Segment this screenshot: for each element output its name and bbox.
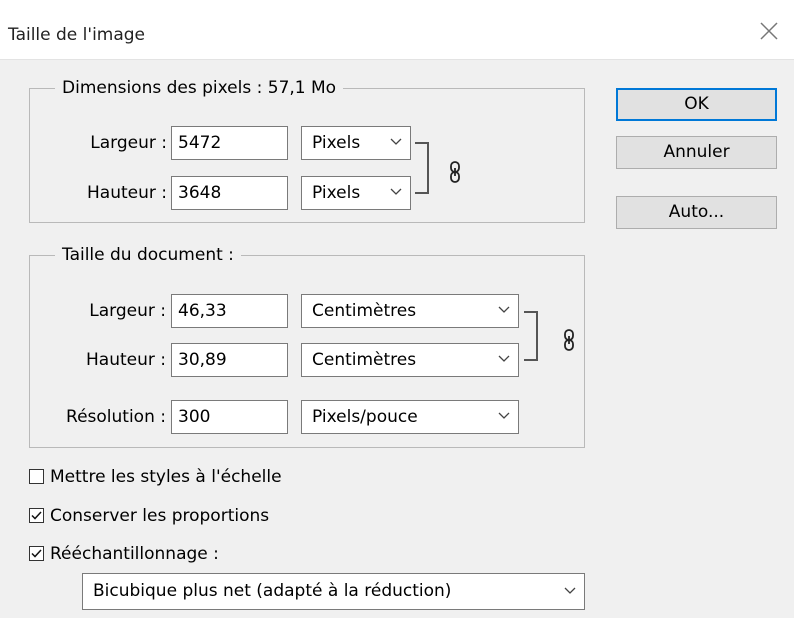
pixel-dimensions-group: Dimensions des pixels : 57,1 Mo Largeur … bbox=[29, 78, 585, 223]
resample-checkbox[interactable] bbox=[29, 546, 44, 561]
resolution-input[interactable] bbox=[171, 400, 288, 434]
constrain-proportions-option[interactable]: Conserver les proportions bbox=[29, 505, 329, 529]
pixel-constrain-bracket bbox=[415, 142, 429, 194]
pixel-height-unit-value: Pixels bbox=[312, 183, 361, 203]
document-size-group: Taille du document : Largeur : Centimètr… bbox=[29, 245, 585, 448]
doc-width-unit-value: Centimètres bbox=[312, 301, 417, 321]
doc-height-unit-value: Centimètres bbox=[312, 350, 417, 370]
checkmark-icon bbox=[31, 549, 42, 558]
pixel-height-input[interactable] bbox=[171, 176, 288, 210]
cancel-button[interactable]: Annuler bbox=[616, 136, 777, 169]
chevron-down-icon bbox=[390, 138, 402, 145]
pixel-width-label: Largeur : bbox=[90, 133, 167, 153]
resolution-label: Résolution : bbox=[66, 407, 166, 427]
pixel-width-unit-select[interactable]: Pixels bbox=[301, 126, 411, 160]
constrain-proportions-label: Conserver les proportions bbox=[50, 506, 270, 526]
doc-height-label: Hauteur : bbox=[86, 350, 166, 370]
pixel-height-unit-select[interactable]: Pixels bbox=[301, 176, 411, 210]
scale-styles-label: Mettre les styles à l'échelle bbox=[50, 467, 282, 487]
chevron-down-icon bbox=[390, 188, 402, 195]
checkmark-icon bbox=[31, 511, 42, 520]
resolution-unit-value: Pixels/pouce bbox=[312, 407, 418, 427]
chain-link-icon bbox=[564, 329, 574, 351]
resample-option[interactable]: Rééchantillonnage : bbox=[29, 543, 329, 567]
chevron-down-icon bbox=[498, 412, 510, 419]
pixel-width-input[interactable] bbox=[171, 126, 288, 160]
pixel-dimensions-legend: Dimensions des pixels : 57,1 Mo bbox=[55, 78, 344, 98]
constrain-proportions-checkbox[interactable] bbox=[29, 508, 44, 523]
pixel-height-label: Hauteur : bbox=[87, 183, 167, 203]
doc-width-unit-select[interactable]: Centimètres bbox=[301, 294, 519, 328]
pixel-width-unit-value: Pixels bbox=[312, 133, 361, 153]
title-bar: Taille de l'image bbox=[0, 0, 794, 60]
window-title: Taille de l'image bbox=[8, 25, 146, 45]
close-icon[interactable] bbox=[758, 20, 780, 42]
resample-method-select[interactable]: Bicubique plus net (adapté à la réductio… bbox=[82, 573, 585, 610]
document-size-legend: Taille du document : bbox=[55, 245, 241, 265]
auto-button[interactable]: Auto... bbox=[616, 196, 777, 229]
doc-height-unit-select[interactable]: Centimètres bbox=[301, 343, 519, 377]
resample-method-value: Bicubique plus net (adapté à la réductio… bbox=[93, 581, 452, 601]
ok-button[interactable]: OK bbox=[616, 88, 777, 121]
doc-width-input[interactable] bbox=[171, 294, 288, 328]
chain-link-icon bbox=[450, 161, 460, 183]
chevron-down-icon bbox=[564, 587, 576, 594]
scale-styles-checkbox[interactable] bbox=[29, 469, 44, 484]
doc-constrain-bracket bbox=[524, 311, 538, 361]
scale-styles-option[interactable]: Mettre les styles à l'échelle bbox=[29, 466, 329, 490]
doc-width-label: Largeur : bbox=[89, 301, 166, 321]
chevron-down-icon bbox=[498, 355, 510, 362]
doc-height-input[interactable] bbox=[171, 343, 288, 377]
resolution-unit-select[interactable]: Pixels/pouce bbox=[301, 400, 519, 434]
resample-label: Rééchantillonnage : bbox=[50, 544, 219, 564]
chevron-down-icon bbox=[498, 306, 510, 313]
